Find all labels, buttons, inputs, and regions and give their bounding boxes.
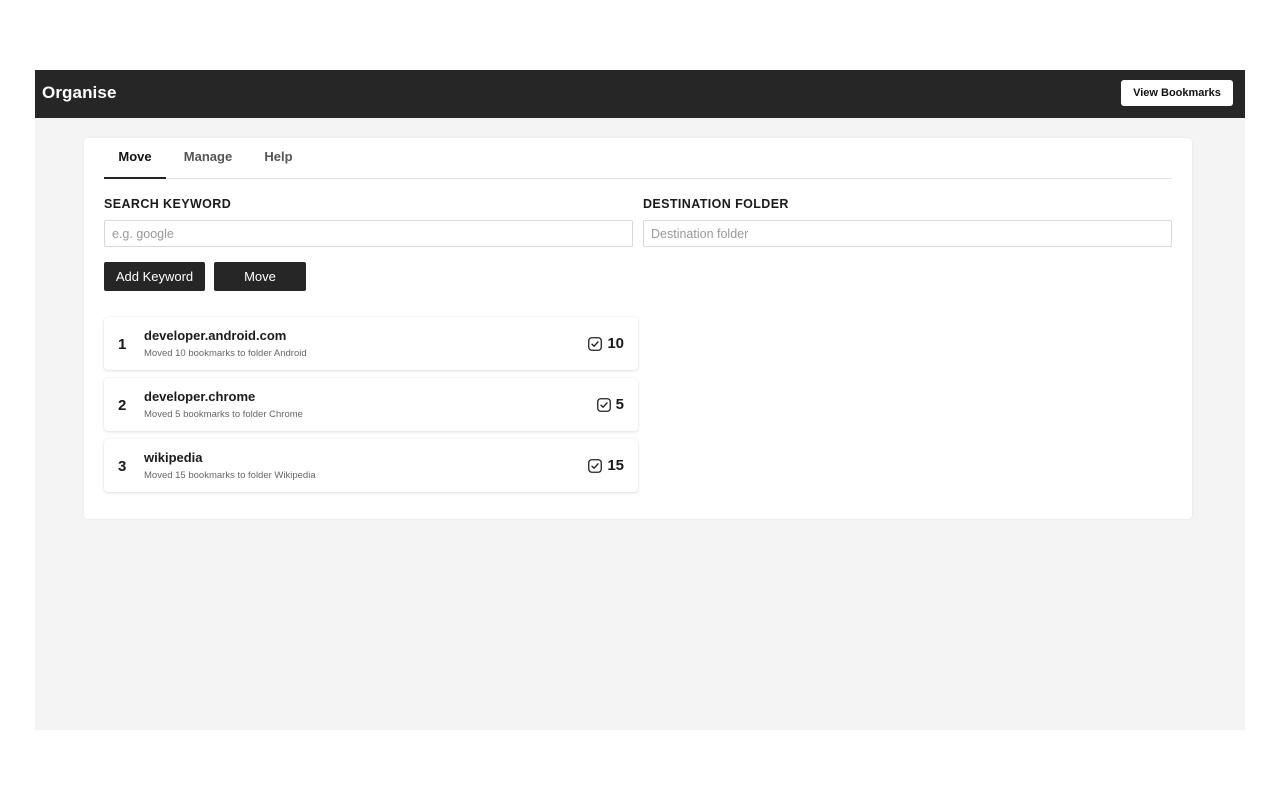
list-item-description: Moved 15 bookmarks to folder Wikipedia	[144, 470, 316, 481]
move-button[interactable]: Move	[214, 262, 306, 291]
header-bar: Organise View Bookmarks	[35, 70, 1245, 118]
checkbox-checked-icon	[588, 458, 603, 473]
app-window: Organise View Bookmarks Move Manage Help…	[35, 70, 1245, 730]
view-bookmarks-button[interactable]: View Bookmarks	[1121, 80, 1233, 106]
list-item-count: 10	[607, 335, 624, 352]
list-item[interactable]: 1 developer.android.com Moved 10 bookmar…	[104, 317, 638, 370]
list-item-keyword: developer.chrome	[144, 389, 256, 404]
search-keyword-input[interactable]	[104, 220, 633, 247]
list-item-index: 2	[118, 397, 127, 414]
list-item-count-group: 10	[588, 335, 624, 352]
list-item-count-group: 15	[588, 457, 624, 474]
list-item-keyword: developer.android.com	[144, 328, 287, 343]
tab-manage[interactable]: Manage	[182, 138, 234, 178]
app-title: Organise	[42, 83, 117, 102]
search-keyword-label: SEARCH KEYWORD	[104, 197, 232, 211]
checkbox-checked-icon	[596, 397, 611, 412]
list-item-description: Moved 10 bookmarks to folder Android	[144, 348, 307, 359]
destination-folder-label: DESTINATION FOLDER	[643, 197, 789, 211]
checkbox-checked-icon	[588, 336, 603, 351]
add-keyword-button[interactable]: Add Keyword	[104, 262, 205, 291]
list-item-keyword: wikipedia	[144, 450, 203, 465]
main-card: Move Manage Help SEARCH KEYWORD DESTINAT…	[84, 138, 1192, 519]
list-item[interactable]: 2 developer.chrome Moved 5 bookmarks to …	[104, 378, 638, 431]
list-item-index: 1	[118, 336, 127, 353]
destination-folder-input[interactable]	[643, 220, 1172, 247]
list-item-index: 3	[118, 458, 127, 475]
tab-move[interactable]: Move	[104, 138, 166, 179]
tab-bar: Move Manage Help	[104, 138, 1172, 179]
tab-help[interactable]: Help	[262, 138, 295, 178]
list-item[interactable]: 3 wikipedia Moved 15 bookmarks to folder…	[104, 439, 638, 492]
list-item-count: 15	[607, 457, 624, 474]
list-item-count: 5	[615, 396, 624, 413]
list-item-description: Moved 5 bookmarks to folder Chrome	[144, 409, 303, 420]
list-item-count-group: 5	[596, 396, 624, 413]
